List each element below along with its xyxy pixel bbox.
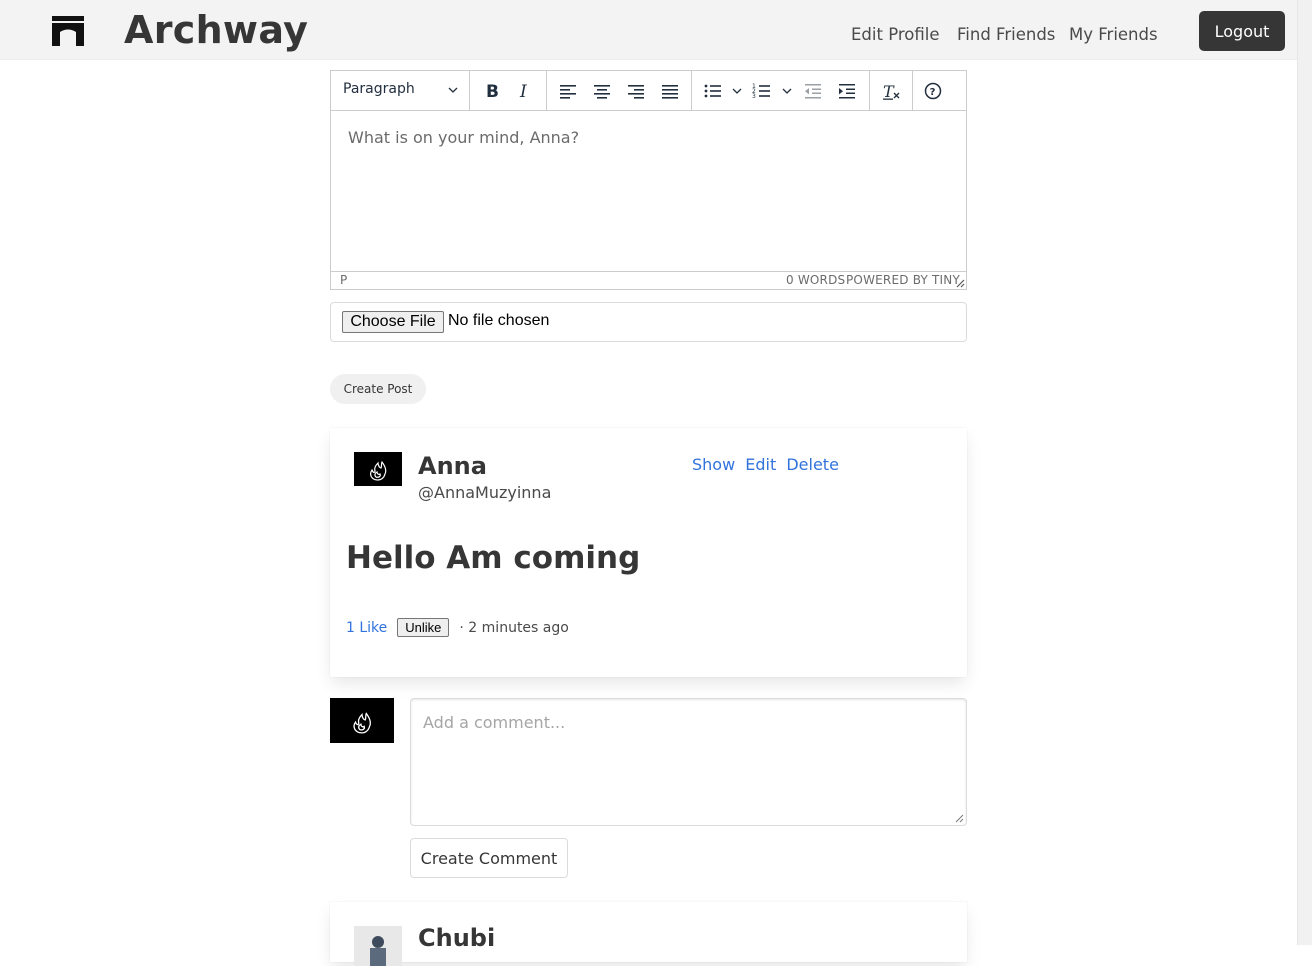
- help-icon: ?: [924, 82, 942, 100]
- numbered-list-button[interactable]: 123: [750, 79, 774, 103]
- edit-link[interactable]: Edit: [745, 455, 776, 474]
- chevron-down-icon: [448, 87, 458, 93]
- chevron-down-icon[interactable]: [781, 85, 793, 97]
- editor-content-area[interactable]: What is on your mind, Anna?: [348, 128, 579, 147]
- choose-file-button[interactable]: Choose File: [342, 311, 444, 333]
- clear-formatting-button[interactable]: T: [879, 79, 903, 103]
- show-link[interactable]: Show: [692, 455, 735, 474]
- avatar[interactable]: [354, 452, 402, 486]
- align-right-icon: [628, 85, 644, 99]
- format-select[interactable]: Paragraph: [343, 81, 461, 97]
- indent-button[interactable]: [835, 79, 859, 103]
- element-path[interactable]: P: [340, 273, 347, 287]
- outdent-icon: [805, 84, 821, 99]
- post-card: Chubi: [330, 902, 967, 966]
- file-upload-field: Choose File No file chosen: [330, 302, 967, 342]
- brand-title[interactable]: Archway: [124, 6, 308, 54]
- paw-flame-icon: [353, 711, 372, 733]
- delete-link[interactable]: Delete: [786, 455, 839, 474]
- align-justify-icon: [662, 85, 678, 99]
- post-card: Anna @AnnaMuzyinna Show Edit Delete Hell…: [330, 428, 967, 677]
- powered-by-link[interactable]: POWERED BY TINY: [846, 273, 960, 287]
- archway-logo-icon[interactable]: [52, 16, 84, 46]
- word-count: 0 WORDS: [786, 273, 846, 287]
- author-name[interactable]: Chubi: [418, 924, 495, 952]
- bullet-list-icon: [704, 84, 721, 98]
- post-timestamp: · 2 minutes ago: [459, 619, 569, 636]
- author-handle: @AnnaMuzyinna: [418, 483, 552, 502]
- navbar: Archway Edit Profile Find Friends My Fri…: [0, 0, 1297, 60]
- indent-icon: [839, 84, 855, 99]
- svg-text:B: B: [486, 82, 499, 101]
- help-button[interactable]: ?: [921, 79, 945, 103]
- like-count-link[interactable]: 1 Like: [346, 620, 387, 636]
- align-justify-button[interactable]: [658, 79, 682, 103]
- bullet-list-button[interactable]: [701, 79, 725, 103]
- svg-text:T: T: [883, 82, 895, 101]
- resize-handle-icon[interactable]: [955, 814, 964, 823]
- editor-statusbar: P 0 WORDS POWERED BY TINY: [331, 271, 966, 290]
- clear-format-group: T: [869, 71, 913, 110]
- avatar: [330, 698, 394, 743]
- editor-toolbar: Paragraph B I 1 2 3 T ?: [331, 71, 966, 111]
- svg-text:I: I: [519, 82, 527, 101]
- align-center-button[interactable]: [590, 79, 614, 103]
- nav-my-friends[interactable]: My Friends: [1069, 24, 1158, 46]
- svg-text:3: 3: [752, 93, 756, 100]
- author-name[interactable]: Anna: [418, 452, 487, 480]
- comment-placeholder: Add a comment...: [423, 713, 566, 732]
- like-row: 1 Like Unlike · 2 minutes ago: [346, 618, 569, 637]
- align-left-icon: [560, 85, 576, 99]
- unlike-button[interactable]: Unlike: [397, 618, 450, 637]
- post-actions: Show Edit Delete: [692, 455, 839, 474]
- user-photo-icon: [370, 936, 386, 966]
- comment-textarea[interactable]: Add a comment...: [410, 698, 967, 826]
- italic-icon: I: [519, 82, 527, 101]
- paw-flame-icon: [370, 460, 387, 481]
- create-post-button[interactable]: Create Post: [330, 374, 426, 404]
- resize-handle-icon[interactable]: [955, 278, 965, 288]
- align-center-icon: [594, 85, 610, 99]
- nav-find-friends[interactable]: Find Friends: [957, 24, 1055, 46]
- align-right-button[interactable]: [624, 79, 648, 103]
- post-title: Hello Am coming: [346, 540, 641, 576]
- clear-formatting-icon: T: [883, 82, 900, 101]
- numbered-list-icon: 123: [752, 83, 770, 100]
- align-left-button[interactable]: [556, 79, 580, 103]
- nav-edit-profile[interactable]: Edit Profile: [851, 24, 940, 46]
- bold-icon: B: [486, 82, 499, 101]
- file-status-text: No file chosen: [448, 312, 550, 329]
- italic-button[interactable]: I: [513, 79, 537, 103]
- text-style-group: B I: [469, 71, 547, 110]
- create-comment-button[interactable]: Create Comment: [410, 838, 568, 878]
- rich-text-editor: Paragraph B I 1 2 3 T ? What is on your …: [330, 70, 967, 290]
- avatar[interactable]: [354, 926, 402, 966]
- outdent-button[interactable]: [801, 79, 825, 103]
- svg-text:?: ?: [930, 87, 936, 98]
- bold-button[interactable]: B: [480, 79, 504, 103]
- chevron-down-icon[interactable]: [731, 85, 743, 97]
- page-scrollbar[interactable]: [1297, 0, 1312, 945]
- list-group: 123: [691, 71, 870, 110]
- alignment-group: [546, 71, 692, 110]
- logout-button[interactable]: Logout: [1199, 11, 1285, 51]
- format-group: Paragraph: [331, 71, 470, 110]
